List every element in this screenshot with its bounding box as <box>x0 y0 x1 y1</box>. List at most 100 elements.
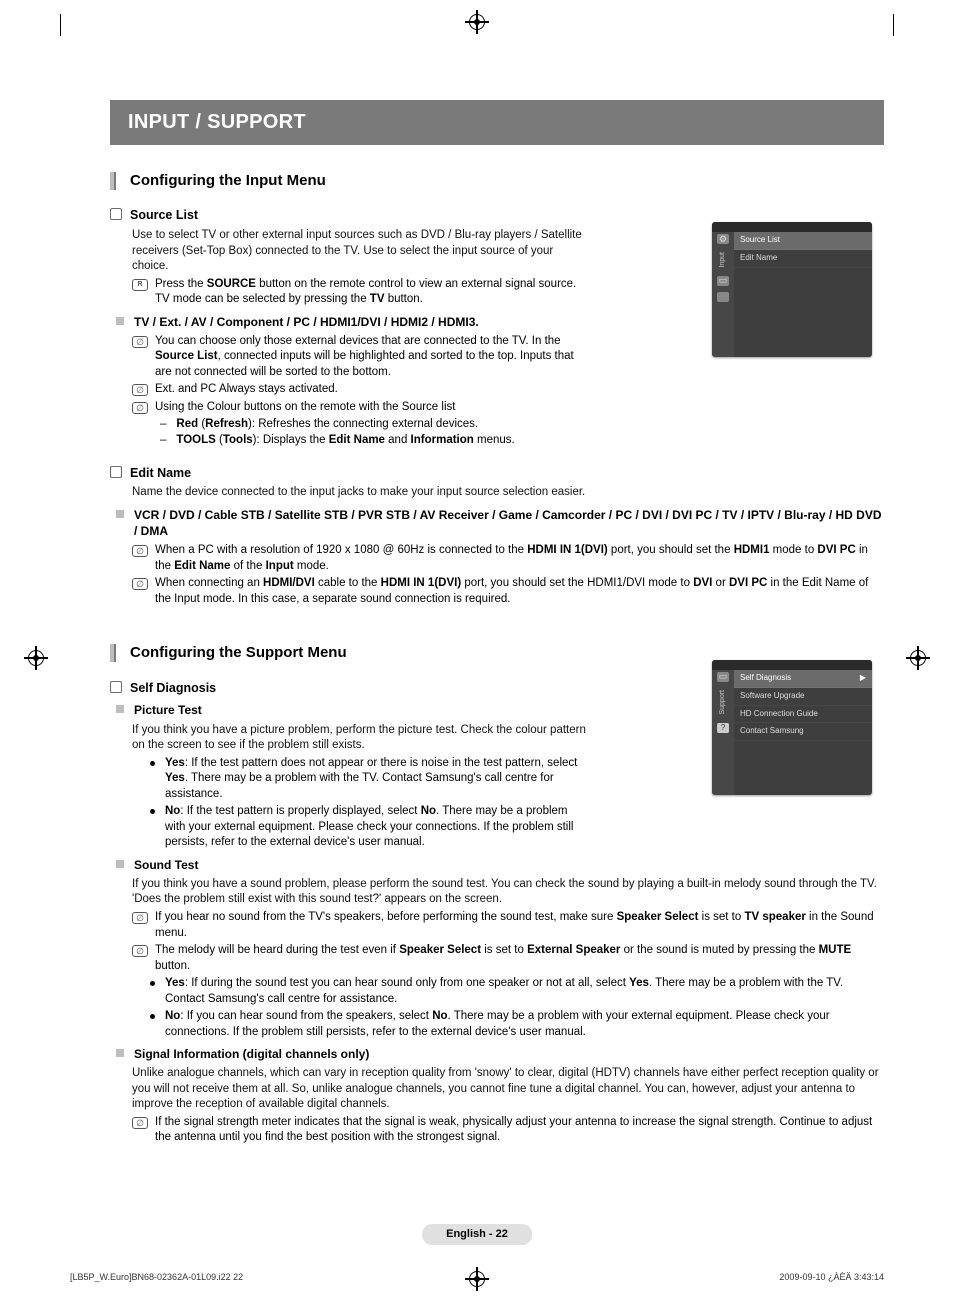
note-ext-pc: Ext. and PC Always stays activated. <box>132 382 590 398</box>
registration-mark-icon <box>469 14 485 30</box>
bullet-dot-icon <box>150 761 155 766</box>
osd-item-hd-connection[interactable]: HD Connection Guide <box>734 706 872 724</box>
bullet-text: Yes: If during the sound test you can he… <box>165 976 884 1007</box>
sound-test-heading: Sound Test <box>116 857 884 873</box>
osd-item-label: Source List <box>740 235 780 246</box>
bullet-text: No: If you can hear sound from the speak… <box>165 1009 884 1040</box>
subhead-text: Edit Name <box>130 465 191 482</box>
dash-icon: – <box>160 417 166 433</box>
note-colour-buttons: Using the Colour buttons on the remote w… <box>132 400 590 416</box>
note-icon <box>132 402 148 414</box>
chevron-right-icon: ▶ <box>860 673 866 684</box>
osd-body: Source List Edit Name <box>734 232 872 357</box>
square-bullet-icon <box>116 705 124 713</box>
dash-text: TOOLS (Tools): Displays the Edit Name an… <box>176 433 514 449</box>
osd-side-label: Input <box>718 250 727 270</box>
menu-icon <box>717 292 729 302</box>
picture-test-desc: If you think you have a picture problem,… <box>132 723 590 754</box>
print-footer-left: [LB5P_W.Euro]BN68-02362A-01L09.i22 22 <box>70 1271 243 1283</box>
devices-list-line: VCR / DVD / Cable STB / Satellite STB / … <box>116 507 884 539</box>
section-heading-input: Configuring the Input Menu <box>110 171 884 191</box>
square-bullet-icon <box>116 317 124 325</box>
square-bullet-icon <box>116 510 124 518</box>
input-icon <box>717 276 729 286</box>
bullet-sound-yes: Yes: If during the sound test you can he… <box>150 976 884 1007</box>
osd-item-label: Self Diagnosis <box>740 673 791 684</box>
bullet-dot-icon <box>150 809 155 814</box>
source-list-desc: Use to select TV or other external input… <box>132 228 590 275</box>
print-footer-right: 2009-09-10 ¿ÀÈÄ 3:43:14 <box>779 1271 884 1283</box>
page-title-bar: INPUT / SUPPORT <box>110 100 884 145</box>
remote-icon <box>132 279 148 291</box>
edit-name-desc: Name the device connected to the input j… <box>132 485 884 501</box>
subhead-text: Self Diagnosis <box>130 680 216 697</box>
note-signal-strength: If the signal strength meter indicates t… <box>132 1115 884 1146</box>
osd-item-software-upgrade[interactable]: Software Upgrade <box>734 688 872 706</box>
dash-red-refresh: – Red (Refresh): Refreshes the connectin… <box>160 417 590 433</box>
heading-stripe-icon <box>110 644 116 662</box>
bullet-dot-icon <box>150 1014 155 1019</box>
note-speaker-select: If you hear no sound from the TV's speak… <box>132 910 884 941</box>
crop-mark <box>893 14 894 36</box>
osd-side-label: Support <box>718 688 727 717</box>
note-text: Press the SOURCE button on the remote co… <box>155 277 590 308</box>
note-icon <box>132 945 148 957</box>
sound-test-desc: If you think you have a sound problem, p… <box>132 877 884 908</box>
osd-input-menu: Input Source List Edit Name <box>712 222 872 357</box>
bullet-picture-no: No: If the test pattern is properly disp… <box>150 804 590 851</box>
note-remote-source: Press the SOURCE button on the remote co… <box>132 277 590 308</box>
note-icon <box>132 578 148 590</box>
osd-item-contact[interactable]: Contact Samsung <box>734 723 872 741</box>
devices-list-text: VCR / DVD / Cable STB / Satellite STB / … <box>134 507 884 539</box>
osd-body: Self Diagnosis ▶ Software Upgrade HD Con… <box>734 670 872 795</box>
note-hdmi-dvi: When connecting an HDMI/DVI cable to the… <box>132 576 884 607</box>
heading-stripe-icon <box>110 172 116 190</box>
osd-item-self-diagnosis[interactable]: Self Diagnosis ▶ <box>734 670 872 688</box>
bullet-picture-yes: Yes: If the test pattern does not appear… <box>150 756 590 803</box>
dash-icon: – <box>160 433 166 449</box>
note-text: When a PC with a resolution of 1920 x 10… <box>155 543 884 574</box>
checkbox-outline-icon <box>110 681 122 693</box>
crop-mark <box>60 14 61 36</box>
note-text: Using the Colour buttons on the remote w… <box>155 400 590 416</box>
registration-mark-icon <box>28 650 44 666</box>
osd-support-menu: Support Self Diagnosis ▶ Software Upgrad… <box>712 660 872 795</box>
note-text: You can choose only those external devic… <box>155 334 590 381</box>
section-heading-text: Configuring the Support Menu <box>130 643 347 663</box>
note-icon <box>132 384 148 396</box>
gear-icon <box>717 234 729 244</box>
note-text: When connecting an HDMI/DVI cable to the… <box>155 576 884 607</box>
note-text: If the signal strength meter indicates t… <box>155 1115 884 1146</box>
question-icon <box>717 723 729 733</box>
bullet-sound-no: No: If you can hear sound from the speak… <box>150 1009 884 1040</box>
note-icon <box>132 912 148 924</box>
page-number-pill: English - 22 <box>422 1224 532 1245</box>
osd-sidebar: Support <box>712 670 734 795</box>
square-bullet-icon <box>116 1049 124 1057</box>
checkbox-outline-icon <box>110 466 122 478</box>
note-text: Ext. and PC Always stays activated. <box>155 382 590 398</box>
signal-info-desc: Unlike analogue channels, which can vary… <box>132 1066 884 1113</box>
osd-item-edit-name[interactable]: Edit Name <box>734 250 872 268</box>
sound-test-title: Sound Test <box>134 857 884 873</box>
bullet-text: No: If the test pattern is properly disp… <box>165 804 590 851</box>
square-bullet-icon <box>116 860 124 868</box>
subhead-edit-name: Edit Name <box>110 465 884 482</box>
note-text: If you hear no sound from the TV's speak… <box>155 910 884 941</box>
bullet-text: Yes: If the test pattern does not appear… <box>165 756 590 803</box>
checkbox-outline-icon <box>110 208 122 220</box>
bullet-dot-icon <box>150 981 155 986</box>
note-connected-devices: You can choose only those external devic… <box>132 334 590 381</box>
note-icon <box>132 1117 148 1129</box>
registration-mark-icon <box>910 650 926 666</box>
note-icon <box>132 336 148 348</box>
signal-info-title: Signal Information (digital channels onl… <box>134 1046 884 1062</box>
note-icon <box>132 545 148 557</box>
note-text: The melody will be heard during the test… <box>155 943 884 974</box>
osd-sidebar: Input <box>712 232 734 357</box>
input-icon <box>717 672 729 682</box>
dash-tools: – TOOLS (Tools): Displays the Edit Name … <box>160 433 590 449</box>
dash-text: Red (Refresh): Refreshes the connecting … <box>176 417 478 433</box>
subhead-text: Source List <box>130 207 198 224</box>
osd-item-source-list[interactable]: Source List <box>734 232 872 250</box>
